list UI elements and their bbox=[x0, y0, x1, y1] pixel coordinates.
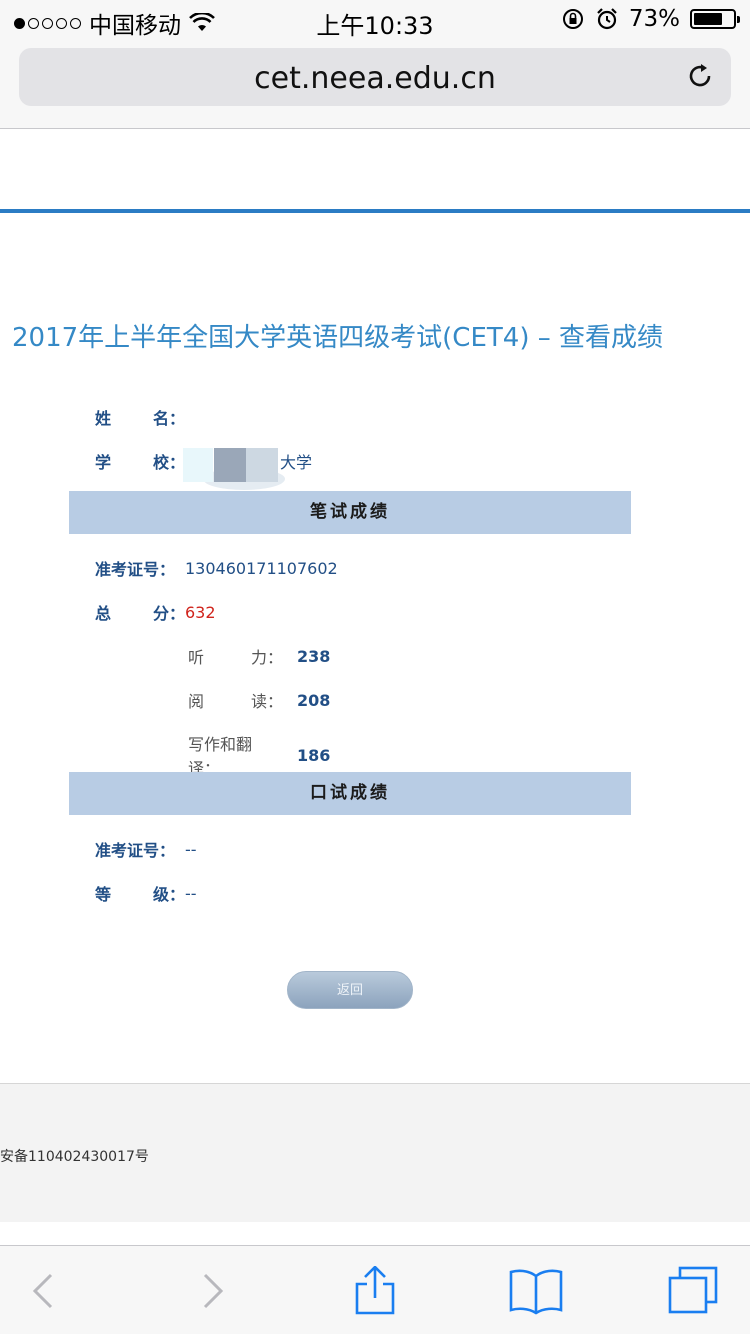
bookmarks-icon[interactable] bbox=[508, 1266, 564, 1316]
written-exam-id-row: 准考证号： 130460171107602 bbox=[95, 556, 338, 580]
page-title: 2017年上半年全国大学英语四级考试(CET4) – 查看成绩 bbox=[12, 323, 663, 353]
status-bar: 中国移动 上午10:33 73% bbox=[0, 0, 750, 40]
orientation-lock-icon bbox=[562, 9, 583, 29]
reading-row: 阅读： 208 bbox=[188, 688, 330, 712]
reading-score: 208 bbox=[297, 690, 331, 710]
battery-percent: 73% bbox=[628, 6, 680, 32]
alarm-icon bbox=[597, 8, 617, 30]
header-divider bbox=[0, 209, 750, 213]
exam-id-label: 准考证号： bbox=[95, 560, 176, 579]
grade-value: -- bbox=[185, 883, 197, 903]
total-score-value: 632 bbox=[185, 602, 216, 622]
back-arrow-icon[interactable] bbox=[20, 1266, 70, 1316]
school-row: 学校： bbox=[95, 449, 185, 473]
school-name-tail: 大学 bbox=[280, 453, 313, 472]
reload-icon[interactable] bbox=[685, 61, 715, 91]
share-icon[interactable] bbox=[350, 1266, 400, 1316]
total-score-row: 总分： 632 bbox=[95, 600, 216, 624]
redacted-school-blur bbox=[183, 446, 285, 490]
listening-score: 238 bbox=[297, 646, 331, 666]
reading-label: 阅读： bbox=[188, 692, 283, 711]
battery-icon bbox=[690, 9, 740, 29]
back-button[interactable]: 返回 bbox=[287, 971, 413, 1009]
exam-id-value: 130460171107602 bbox=[185, 558, 338, 578]
total-label: 总分： bbox=[95, 604, 185, 623]
grade-label: 等级： bbox=[95, 885, 185, 904]
oral-grade-row: 等级： -- bbox=[95, 881, 197, 905]
listening-label: 听力： bbox=[188, 648, 283, 667]
name-row: 姓名： bbox=[95, 405, 185, 429]
listening-row: 听力： 238 bbox=[188, 644, 330, 668]
url-text[interactable]: cet.neea.edu.cn bbox=[19, 61, 731, 96]
forward-arrow-icon[interactable] bbox=[186, 1266, 236, 1316]
oral-exam-id-value: -- bbox=[185, 839, 197, 859]
browser-toolbar bbox=[0, 1245, 750, 1334]
address-bar[interactable]: cet.neea.edu.cn bbox=[19, 48, 731, 106]
browser-address-area: cet.neea.edu.cn bbox=[0, 40, 750, 129]
page-footer: 安备110402430017号 bbox=[0, 1083, 750, 1222]
school-label: 学校： bbox=[95, 453, 185, 472]
name-label: 姓名： bbox=[95, 409, 185, 428]
oral-exam-id-row: 准考证号： -- bbox=[95, 837, 197, 861]
battery-level bbox=[694, 13, 722, 25]
tabs-icon[interactable] bbox=[666, 1266, 722, 1316]
status-right: 73% bbox=[561, 6, 740, 32]
written-section-header: 笔试成绩 bbox=[69, 491, 631, 534]
footer-record-text: 安备110402430017号 bbox=[0, 1149, 149, 1165]
oral-section-header: 口试成绩 bbox=[69, 772, 631, 815]
writing-score: 186 bbox=[297, 745, 331, 765]
oral-exam-id-label: 准考证号： bbox=[95, 841, 176, 860]
